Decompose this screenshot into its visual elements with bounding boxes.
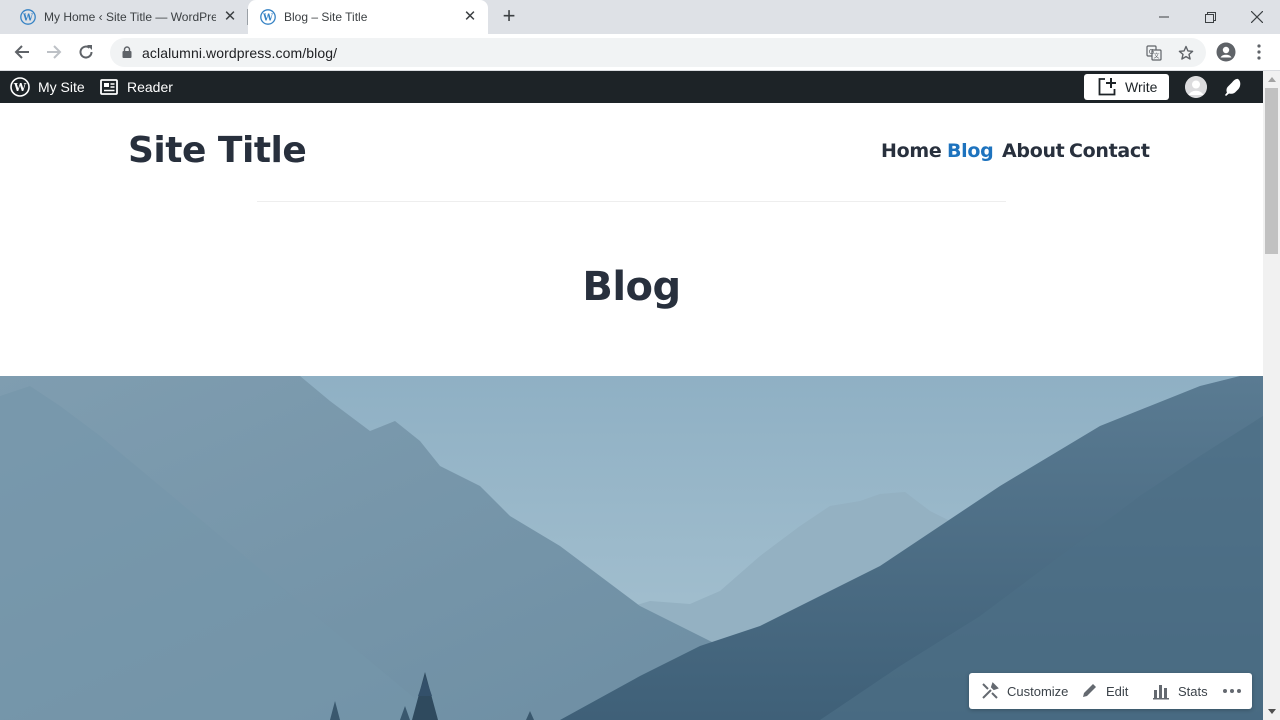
star-icon [1178, 45, 1194, 60]
wp-admin-bar: W My Site Reader Write [0, 71, 1263, 103]
browser-menu-button[interactable] [1247, 40, 1271, 64]
arrow-left-icon [14, 45, 29, 59]
scrollbar-thumb[interactable] [1265, 88, 1278, 254]
wordpress-icon: W [10, 77, 30, 97]
reload-icon [79, 45, 93, 59]
reader-label: Reader [127, 79, 173, 95]
reload-button[interactable] [74, 40, 98, 64]
translate-button[interactable]: G文 [1143, 42, 1165, 64]
new-tab-button[interactable]: + [497, 5, 521, 29]
account-icon [1216, 42, 1236, 62]
nav-about[interactable]: About [1002, 140, 1065, 162]
tools-icon [982, 682, 999, 699]
stats-label: Stats [1178, 683, 1208, 699]
wordpress-icon: W [20, 9, 36, 25]
avatar[interactable] [1185, 76, 1207, 98]
scroll-up-arrow[interactable] [1263, 71, 1280, 88]
nav-home[interactable]: Home [881, 140, 942, 162]
scroll-down-arrow[interactable] [1263, 703, 1280, 720]
write-label: Write [1125, 79, 1158, 95]
pencil-icon [1083, 684, 1096, 697]
lock-icon [122, 46, 132, 58]
svg-text:文: 文 [1153, 52, 1159, 60]
close-icon [1251, 11, 1263, 23]
my-site-link[interactable]: W My Site [10, 71, 85, 103]
customize-label: Customize [1007, 683, 1069, 699]
notifications-button[interactable] [1223, 71, 1243, 103]
svg-text:W: W [22, 14, 34, 24]
site-title[interactable]: Site Title [128, 130, 307, 171]
minimize-button[interactable] [1141, 0, 1187, 34]
svg-text:W: W [13, 81, 27, 94]
floating-action-bar: Customize Edit Stats [969, 673, 1252, 709]
mountain-landscape-image [0, 376, 1263, 720]
my-site-label: My Site [38, 79, 85, 95]
bar-chart-icon [1153, 685, 1169, 700]
tab-title: Blog – Site Title [284, 10, 368, 24]
tab-blog[interactable]: W Blog – Site Title ✕ [248, 0, 488, 34]
restore-button[interactable] [1187, 0, 1233, 34]
reader-icon [100, 79, 118, 95]
translate-icon: G文 [1146, 45, 1162, 61]
nav-blog[interactable]: Blog [947, 140, 994, 162]
edit-label: Edit [1106, 683, 1129, 699]
reader-link[interactable]: Reader [100, 71, 173, 103]
forward-button[interactable] [42, 40, 66, 64]
tab-my-home[interactable]: W My Home ‹ Site Title — WordPress.com ✕ [8, 0, 248, 34]
user-icon [1185, 76, 1207, 98]
back-button[interactable] [10, 40, 34, 64]
close-tab-icon[interactable]: ✕ [462, 9, 478, 25]
address-bar[interactable]: aclalumni.wordpress.com/blog/ G文 [110, 38, 1206, 67]
url-text: aclalumni.wordpress.com/blog/ [142, 45, 338, 61]
write-button[interactable]: Write [1084, 74, 1169, 100]
page-title: Blog [582, 264, 681, 310]
minimize-icon [1159, 16, 1169, 18]
close-window-button[interactable] [1234, 0, 1280, 34]
tab-title: My Home ‹ Site Title — WordPress.com [44, 10, 216, 24]
svg-text:W: W [262, 14, 274, 24]
arrow-right-icon [47, 45, 62, 59]
nav-contact[interactable]: Contact [1069, 140, 1150, 162]
chevron-up-icon [1267, 77, 1276, 82]
edit-button[interactable]: Edit [1080, 673, 1128, 709]
header-divider [257, 201, 1006, 202]
more-horizontal-icon [1223, 689, 1241, 693]
new-post-icon [1098, 78, 1116, 96]
tab-strip: W My Home ‹ Site Title — WordPress.com ✕… [0, 0, 1280, 34]
chevron-down-icon [1267, 709, 1276, 714]
stats-button[interactable]: Stats [1152, 673, 1208, 709]
more-actions-button[interactable] [1222, 673, 1242, 709]
close-tab-icon[interactable]: ✕ [222, 9, 238, 25]
wordpress-icon: W [260, 9, 276, 25]
browser-toolbar: aclalumni.wordpress.com/blog/ G文 [0, 34, 1280, 71]
bookmark-button[interactable] [1175, 42, 1197, 64]
more-vertical-icon [1257, 44, 1261, 60]
restore-icon [1204, 11, 1216, 23]
customize-button[interactable]: Customize [981, 673, 1068, 709]
hero-image [0, 376, 1263, 720]
profile-button[interactable] [1214, 40, 1238, 64]
bell-icon [1225, 78, 1241, 96]
